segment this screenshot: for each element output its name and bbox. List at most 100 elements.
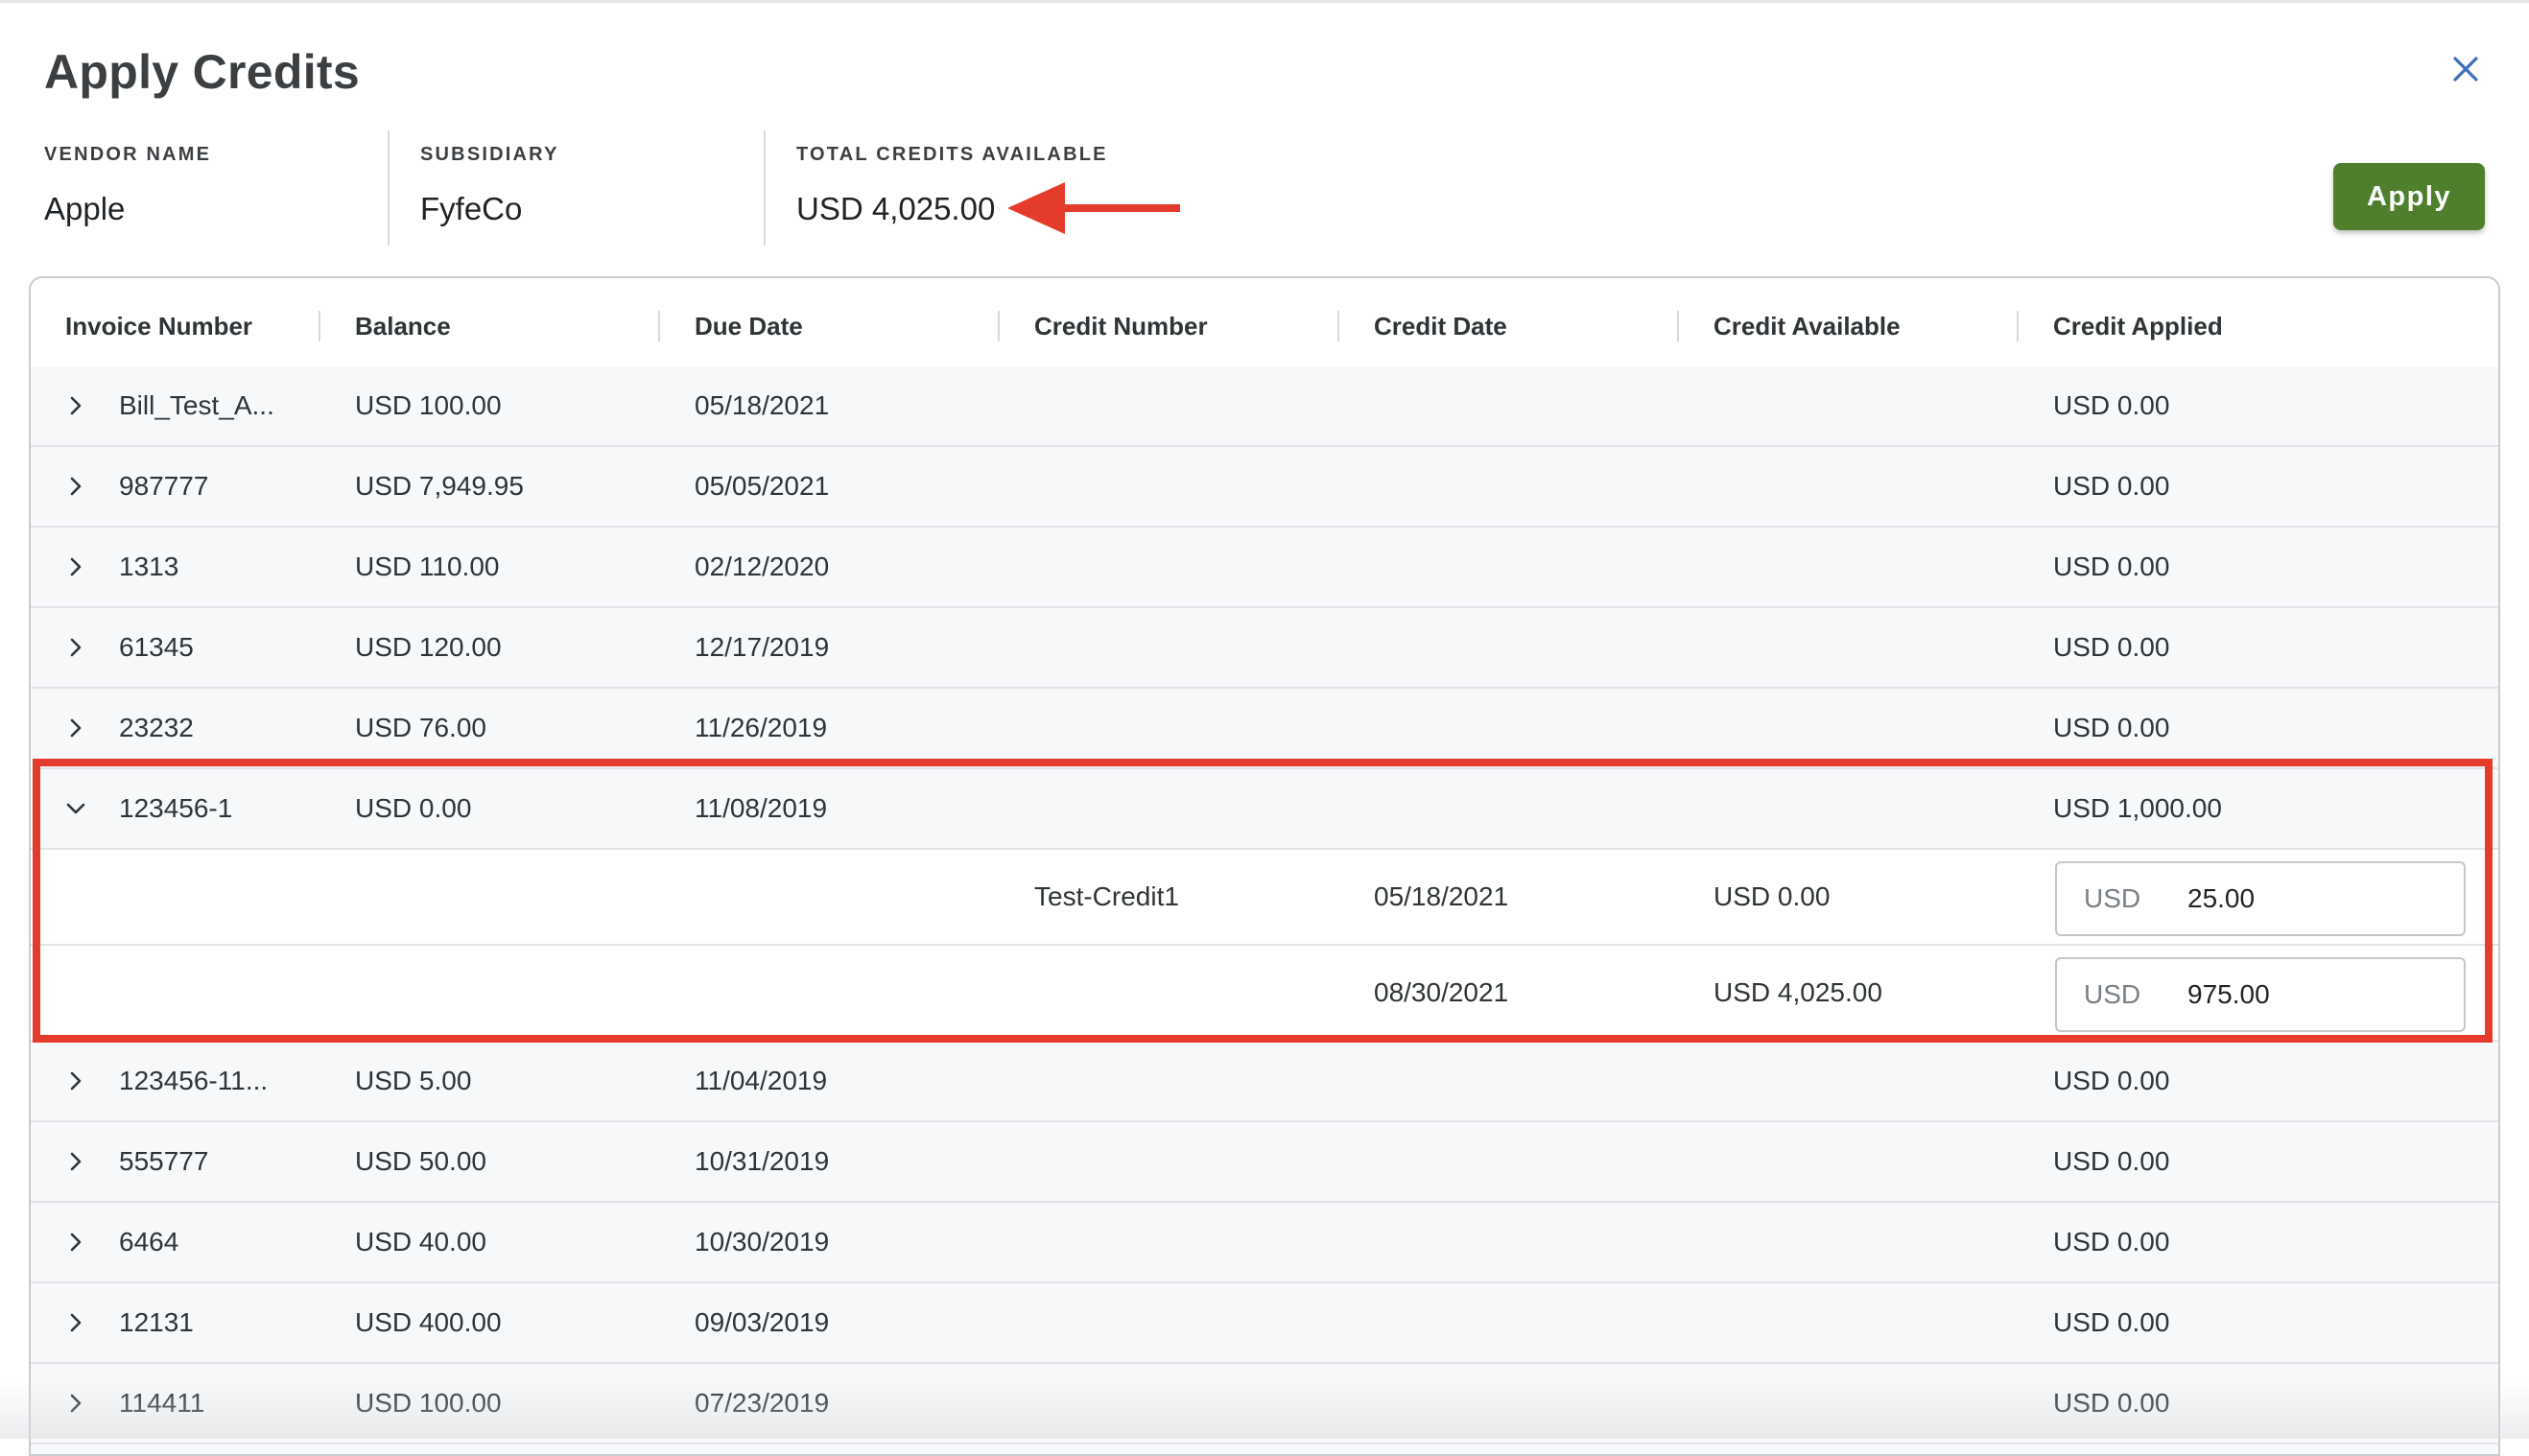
invoice-number: 1313	[119, 552, 179, 581]
chevron-right-icon	[70, 1071, 82, 1091]
table-body: Bill_Test_A... USD 100.00 05/18/2021 USD…	[31, 366, 2498, 1444]
column-header-credit-number[interactable]: Credit Number	[1034, 278, 1208, 374]
invoice-number: 987777	[119, 471, 209, 501]
table-row[interactable]: 23232 USD 76.00 11/26/2019 USD 0.00	[31, 689, 2498, 769]
credit-applied: USD 0.00	[2053, 552, 2170, 581]
balance: USD 7,949.95	[355, 471, 524, 501]
chevron-right-icon	[70, 1394, 82, 1413]
top-border	[0, 0, 2529, 3]
column-divider	[1677, 311, 1679, 341]
credit-applied-value[interactable]: 975.00	[2187, 979, 2270, 1010]
table-row[interactable]: Bill_Test_A... USD 100.00 05/18/2021 USD…	[31, 366, 2498, 447]
column-header-invoice-number[interactable]: Invoice Number	[65, 278, 252, 374]
column-divider	[319, 311, 320, 341]
credit-applied: USD 0.00	[2053, 713, 2170, 742]
credit-applied-input[interactable]: USD 975.00	[2055, 957, 2466, 1032]
credits-table: Invoice Number Balance Due Date Credit N…	[29, 276, 2500, 1456]
credit-available: USD 0.00	[1714, 881, 1831, 911]
table-row[interactable]: 1313 USD 110.00 02/12/2020 USD 0.00	[31, 528, 2498, 608]
balance: USD 5.00	[355, 1066, 472, 1095]
table-row[interactable]: 61345 USD 120.00 12/17/2019 USD 0.00	[31, 608, 2498, 689]
column-header-credit-available[interactable]: Credit Available	[1714, 278, 1901, 374]
currency-prefix: USD	[2084, 883, 2141, 913]
vendor-info: VENDOR NAME Apple	[44, 144, 211, 227]
column-divider	[2017, 311, 2019, 341]
table-row[interactable]: 12131 USD 400.00 09/03/2019 USD 0.00	[31, 1283, 2498, 1364]
due-date: 07/23/2019	[695, 1388, 830, 1418]
credit-available: USD 4,025.00	[1714, 977, 1882, 1007]
expand-row-button[interactable]	[65, 1364, 86, 1443]
credit-applied: USD 1,000.00	[2053, 793, 2222, 823]
due-date: 10/30/2019	[695, 1227, 830, 1256]
table-row-expanded[interactable]: 123456-1 USD 0.00 11/08/2019 USD 1,000.0…	[31, 769, 2498, 850]
invoice-number: 23232	[119, 713, 194, 742]
collapse-row-button[interactable]	[65, 769, 86, 848]
credit-applied: USD 0.00	[2053, 1307, 2170, 1337]
column-header-credit-date[interactable]: Credit Date	[1374, 278, 1507, 374]
balance: USD 40.00	[355, 1227, 486, 1256]
chevron-right-icon	[70, 1313, 82, 1332]
chevron-right-icon	[70, 396, 82, 415]
close-icon	[2453, 57, 2478, 82]
expand-row-button[interactable]	[65, 1122, 86, 1201]
balance: USD 76.00	[355, 713, 486, 742]
chevron-right-icon	[70, 638, 82, 657]
vendor-value: Apple	[44, 191, 126, 226]
column-divider	[998, 311, 1000, 341]
table-row[interactable]: 987777 USD 7,949.95 05/05/2021 USD 0.00	[31, 447, 2498, 528]
column-header-credit-applied[interactable]: Credit Applied	[2053, 278, 2223, 374]
chevron-right-icon	[70, 1152, 82, 1171]
credit-applied: USD 0.00	[2053, 390, 2170, 420]
column-header-balance[interactable]: Balance	[355, 278, 451, 374]
invoice-number: 61345	[119, 632, 194, 662]
credit-applied: USD 0.00	[2053, 1388, 2170, 1418]
balance: USD 0.00	[355, 793, 472, 823]
total-credits-label: TOTAL CREDITS AVAILABLE	[796, 144, 1108, 165]
column-divider	[658, 311, 660, 341]
balance: USD 120.00	[355, 632, 502, 662]
invoice-number: 123456-11...	[119, 1066, 269, 1095]
credit-applied: USD 0.00	[2053, 1146, 2170, 1176]
balance: USD 110.00	[355, 552, 500, 581]
due-date: 12/17/2019	[695, 632, 830, 662]
column-divider	[1337, 311, 1339, 341]
credit-applied: USD 0.00	[2053, 471, 2170, 501]
chevron-right-icon	[70, 1233, 82, 1252]
table-row[interactable]: 114411 USD 100.00 07/23/2019 USD 0.00	[31, 1364, 2498, 1444]
expand-row-button[interactable]	[65, 1203, 86, 1281]
invoice-number: 555777	[119, 1146, 209, 1176]
chevron-right-icon	[70, 557, 82, 576]
expand-row-button[interactable]	[65, 366, 86, 445]
credit-applied-value[interactable]: 25.00	[2187, 883, 2255, 914]
due-date: 05/18/2021	[695, 390, 830, 420]
credit-number: Test-Credit1	[1034, 881, 1179, 911]
due-date: 09/03/2019	[695, 1307, 830, 1337]
invoice-number: 6464	[119, 1227, 179, 1256]
credit-applied: USD 0.00	[2053, 1066, 2170, 1095]
expand-row-button[interactable]	[65, 447, 86, 526]
due-date: 11/04/2019	[695, 1066, 828, 1095]
chevron-right-icon	[70, 718, 82, 738]
credit-applied: USD 0.00	[2053, 632, 2170, 662]
table-row[interactable]: 555777 USD 50.00 10/31/2019 USD 0.00	[31, 1122, 2498, 1203]
expand-row-button[interactable]	[65, 1042, 86, 1120]
table-row[interactable]: 123456-11... USD 5.00 11/04/2019 USD 0.0…	[31, 1042, 2498, 1122]
expand-row-button[interactable]	[65, 608, 86, 687]
balance: USD 100.00	[355, 1388, 502, 1418]
close-button[interactable]	[2445, 48, 2487, 90]
apply-button[interactable]: Apply	[2333, 163, 2485, 230]
invoice-number: 114411	[119, 1388, 205, 1418]
balance: USD 100.00	[355, 390, 502, 420]
expand-row-button[interactable]	[65, 689, 86, 767]
due-date: 02/12/2020	[695, 552, 830, 581]
table-row[interactable]: 6464 USD 40.00 10/30/2019 USD 0.00	[31, 1203, 2498, 1283]
table-header: Invoice Number Balance Due Date Credit N…	[31, 278, 2498, 374]
credit-applied: USD 0.00	[2053, 1227, 2170, 1256]
expand-row-button[interactable]	[65, 528, 86, 606]
vendor-label: VENDOR NAME	[44, 144, 212, 165]
expand-row-button[interactable]	[65, 1283, 86, 1362]
subsidiary-value: FyfeCo	[420, 191, 523, 226]
column-header-due-date[interactable]: Due Date	[695, 278, 803, 374]
credit-applied-input[interactable]: USD 25.00	[2055, 861, 2466, 936]
chevron-down-icon	[66, 803, 85, 814]
